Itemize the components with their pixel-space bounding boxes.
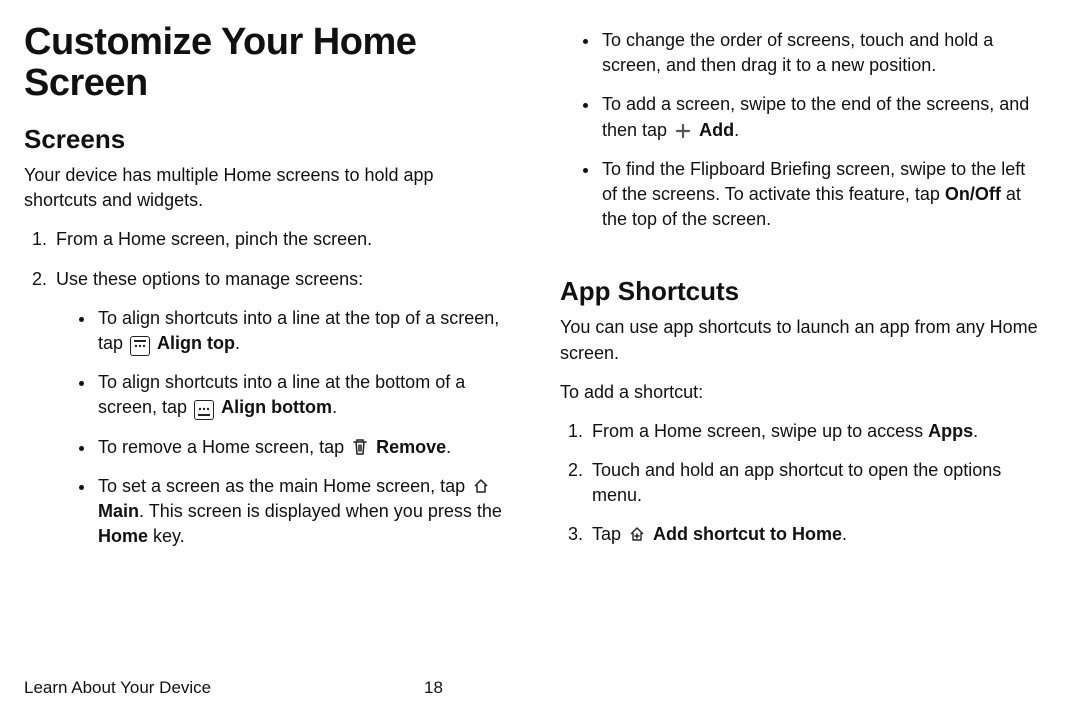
screens-continuation: To change the order of screens, touch an… [560,28,1040,232]
bullet-remove: To remove a Home screen, tap Remove. [96,435,504,460]
step-pinch: From a Home screen, pinch the screen. [52,227,504,252]
bullet-reorder: To change the order of screens, touch an… [600,28,1040,78]
bullet-main: To set a screen as the main Home screen,… [96,474,504,550]
page-footer: Learn About Your Device 18 [24,678,524,698]
align-bottom-icon [194,400,214,420]
bullet-align-bottom: To align shortcuts into a line at the bo… [96,370,504,420]
home-icon [471,476,491,496]
section-heading-app-shortcuts: App Shortcuts [560,276,1040,307]
app-shortcuts-steps: From a Home screen, swipe up to access A… [560,419,1040,548]
align-top-icon [130,336,150,356]
shortcut-step-3: Tap Add shortcut to Home. [588,522,1040,547]
footer-page-number: 18 [424,678,443,698]
app-shortcuts-lead: To add a shortcut: [560,380,1040,405]
bullet-add-screen: To add a screen, swipe to the end of the… [600,92,1040,142]
shortcut-step-1: From a Home screen, swipe up to access A… [588,419,1040,444]
add-home-icon [627,524,647,544]
trash-icon [350,437,370,457]
step-options: Use these options to manage screens: To … [52,267,504,550]
section-heading-screens: Screens [24,124,504,155]
shortcut-step-2: Touch and hold an app shortcut to open t… [588,458,1040,508]
page-title: Customize Your Home Screen [24,22,504,104]
bullet-flipboard: To find the Flipboard Briefing screen, s… [600,157,1040,233]
screens-steps: From a Home screen, pinch the screen. Us… [24,227,504,549]
footer-section-label: Learn About Your Device [24,678,424,698]
plus-icon [673,121,693,141]
bullet-align-top: To align shortcuts into a line at the to… [96,306,504,356]
screens-intro: Your device has multiple Home screens to… [24,163,504,213]
app-shortcuts-intro: You can use app shortcuts to launch an a… [560,315,1040,365]
